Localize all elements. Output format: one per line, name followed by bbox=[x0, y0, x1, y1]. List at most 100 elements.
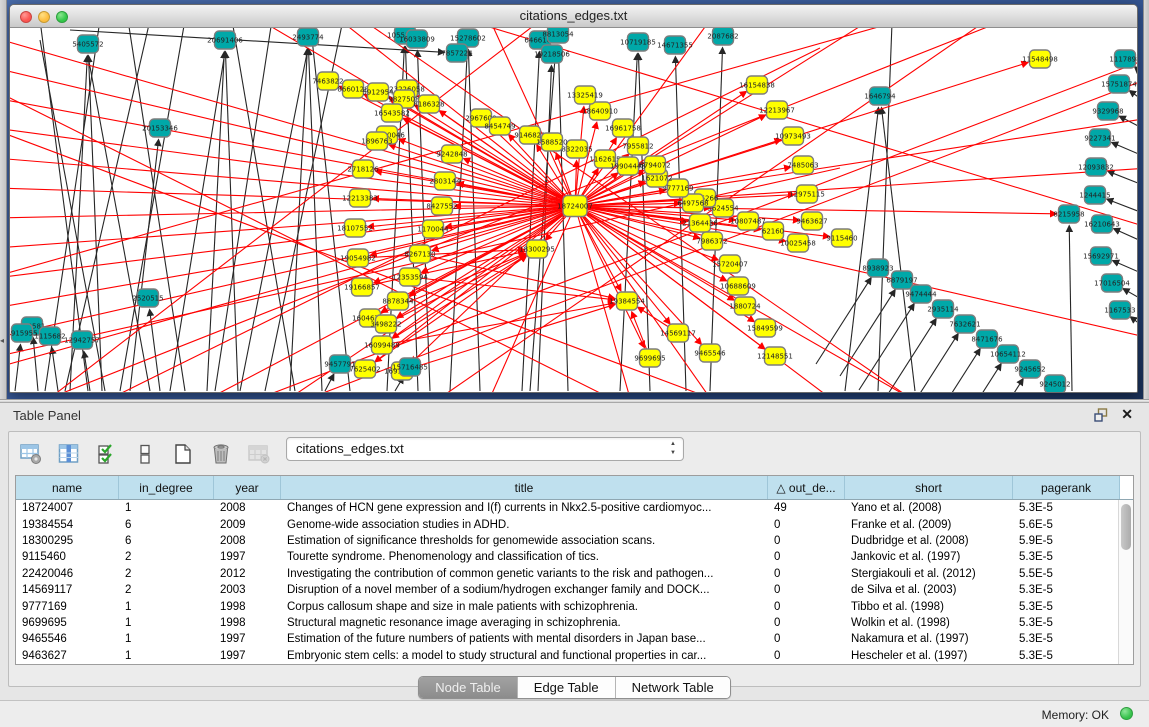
graph-edge[interactable] bbox=[215, 28, 272, 391]
graph-edge[interactable] bbox=[1112, 143, 1137, 158]
table-cell: 0 bbox=[768, 568, 845, 580]
column-visibility-icon[interactable] bbox=[57, 442, 81, 466]
graph-edge[interactable] bbox=[207, 52, 224, 391]
graph-edge[interactable] bbox=[130, 140, 159, 391]
graph-edge[interactable] bbox=[1120, 116, 1137, 131]
graph-node-label: 9465546 bbox=[694, 350, 726, 358]
network-window[interactable]: citations_edges.txt 18724007161548381221… bbox=[9, 4, 1138, 393]
network-selector-dropdown[interactable]: citations_edges.txt ▲▼ bbox=[286, 437, 684, 461]
table-row[interactable]: 1938455462009Genome-wide association stu… bbox=[16, 516, 1118, 532]
graph-node-label: 8215958 bbox=[1053, 211, 1084, 219]
table-cell: 19384554 bbox=[16, 519, 119, 531]
table-cell: 6 bbox=[119, 535, 214, 547]
table-row[interactable]: 1830029562008Estimation of significance … bbox=[16, 533, 1118, 549]
table-cell: 0 bbox=[768, 601, 845, 613]
graph-node-label: 1117898 bbox=[1109, 56, 1137, 64]
column-header-year[interactable]: year bbox=[214, 476, 281, 499]
column-header-name[interactable]: name bbox=[16, 476, 119, 499]
column-header-title[interactable]: title bbox=[281, 476, 768, 499]
graph-edge[interactable] bbox=[925, 349, 980, 392]
graph-node-label: 13325419 bbox=[567, 92, 603, 100]
select-all-rows-icon[interactable] bbox=[95, 442, 119, 466]
graph-edge[interactable] bbox=[325, 374, 334, 391]
network-graph[interactable]: 1872400716154838122139671097349374850631… bbox=[10, 28, 1137, 392]
window-titlebar[interactable]: citations_edges.txt bbox=[10, 5, 1137, 28]
graph-edge[interactable] bbox=[50, 28, 550, 392]
graph-node-label: 10973493 bbox=[775, 133, 811, 141]
graph-node-label: 8813054 bbox=[542, 31, 574, 39]
window-close-button[interactable] bbox=[20, 11, 32, 23]
panel-divider-left[interactable]: ◂ bbox=[0, 0, 7, 399]
panel-divider-right[interactable] bbox=[1143, 0, 1149, 399]
table-row[interactable]: 2242004622012Investigating the contribut… bbox=[16, 566, 1118, 582]
graph-edge[interactable] bbox=[1107, 199, 1137, 215]
table-cell: 5.9E-5 bbox=[1013, 535, 1118, 547]
create-column-icon[interactable] bbox=[171, 442, 195, 466]
column-header-pagerank[interactable]: pagerank bbox=[1013, 476, 1120, 499]
table-cell: Hescheler et al. (1997) bbox=[845, 650, 1013, 662]
column-header-out_de[interactable]: △ out_de... bbox=[768, 476, 845, 499]
table-row[interactable]: 969969511998Structural magnetic resonanc… bbox=[16, 615, 1118, 631]
graph-node-label: 16210643 bbox=[1084, 221, 1120, 229]
collapse-arrow-icon[interactable]: ◂ bbox=[0, 336, 4, 345]
graph-edge[interactable] bbox=[1108, 171, 1137, 187]
window-minimize-button[interactable] bbox=[38, 11, 50, 23]
graph-edge[interactable] bbox=[575, 206, 1137, 338]
graph-edge[interactable] bbox=[1130, 91, 1137, 104]
graph-edge[interactable] bbox=[816, 278, 871, 364]
table-row[interactable]: 977716911998Corpus callosum shape and si… bbox=[16, 598, 1118, 614]
graph-edge[interactable] bbox=[382, 303, 614, 345]
graph-edge[interactable] bbox=[232, 28, 295, 391]
table-row[interactable]: 1872400712008Changes of HCN gene express… bbox=[16, 500, 1118, 516]
table-row[interactable]: 946362711997Embryonic stem cells: a mode… bbox=[16, 648, 1118, 664]
table-cell: Franke et al. (2009) bbox=[845, 519, 1013, 531]
window-zoom-button[interactable] bbox=[56, 11, 68, 23]
table-mode-icon[interactable] bbox=[19, 442, 43, 466]
scrollbar-thumb[interactable] bbox=[1121, 504, 1131, 550]
graph-edge[interactable] bbox=[290, 49, 307, 391]
close-icon[interactable]: ✕ bbox=[1121, 406, 1133, 423]
tab-node-table[interactable]: Node Table bbox=[419, 677, 518, 698]
network-canvas[interactable]: 1872400716154838122139671097349374850631… bbox=[10, 28, 1137, 392]
deselect-all-rows-icon[interactable] bbox=[133, 442, 157, 466]
graph-node-label: 9457791 bbox=[324, 361, 355, 369]
graph-edge[interactable] bbox=[52, 348, 58, 391]
delete-columns-trash-icon[interactable] bbox=[209, 442, 233, 466]
float-window-icon[interactable] bbox=[1094, 408, 1109, 422]
graph-edge[interactable] bbox=[946, 364, 1001, 392]
table-cell: 5.3E-5 bbox=[1013, 502, 1118, 514]
memory-status-label: Memory: OK bbox=[1042, 708, 1109, 722]
graph-edge[interactable] bbox=[845, 108, 878, 391]
table-cell: Nakamura et al. (1997) bbox=[845, 633, 1013, 645]
table-row[interactable]: 911546021997Tourette syndrome. Phenomeno… bbox=[16, 549, 1118, 565]
graph-edge[interactable] bbox=[882, 108, 915, 391]
graph-node-label: 9245012 bbox=[1039, 381, 1070, 389]
column-header-in_degree[interactable]: in_degree bbox=[119, 476, 214, 499]
graph-edge[interactable] bbox=[1135, 67, 1137, 79]
table-cell: Jankovic et al. (1997) bbox=[845, 551, 1013, 563]
graph-edge[interactable] bbox=[620, 54, 637, 391]
graph-node-label: 1167533 bbox=[1104, 307, 1135, 315]
graph-edge[interactable] bbox=[859, 304, 914, 390]
table-cell: 5.6E-5 bbox=[1013, 519, 1118, 531]
graph-node-label: 9474444 bbox=[905, 291, 937, 299]
table-cell: de Silva et al. (2003) bbox=[845, 584, 1013, 596]
graph-edge[interactable] bbox=[878, 28, 892, 391]
graph-edge[interactable] bbox=[1131, 317, 1137, 330]
graph-node-label: 15720407 bbox=[712, 261, 748, 269]
graph-node-label: 8878344 bbox=[382, 298, 414, 306]
graph-edge[interactable] bbox=[968, 379, 1023, 392]
tab-network-table[interactable]: Network Table bbox=[616, 677, 730, 698]
table-row[interactable]: 946554611997Estimation of the future num… bbox=[16, 631, 1118, 647]
vertical-scrollbar[interactable] bbox=[1118, 500, 1133, 664]
graph-node-label: 15849599 bbox=[747, 325, 783, 333]
column-header-short[interactable]: short bbox=[845, 476, 1013, 499]
graph-edge[interactable] bbox=[402, 305, 615, 371]
tab-edge-table[interactable]: Edge Table bbox=[518, 677, 616, 698]
table-cell: 1 bbox=[119, 601, 214, 613]
graph-edge[interactable] bbox=[1114, 229, 1137, 244]
table-row[interactable]: 1456911722003Disruption of a novel membe… bbox=[16, 582, 1118, 598]
graph-edge[interactable] bbox=[33, 338, 38, 391]
graph-edge[interactable] bbox=[240, 48, 308, 391]
graph-edge[interactable] bbox=[1069, 226, 1072, 391]
